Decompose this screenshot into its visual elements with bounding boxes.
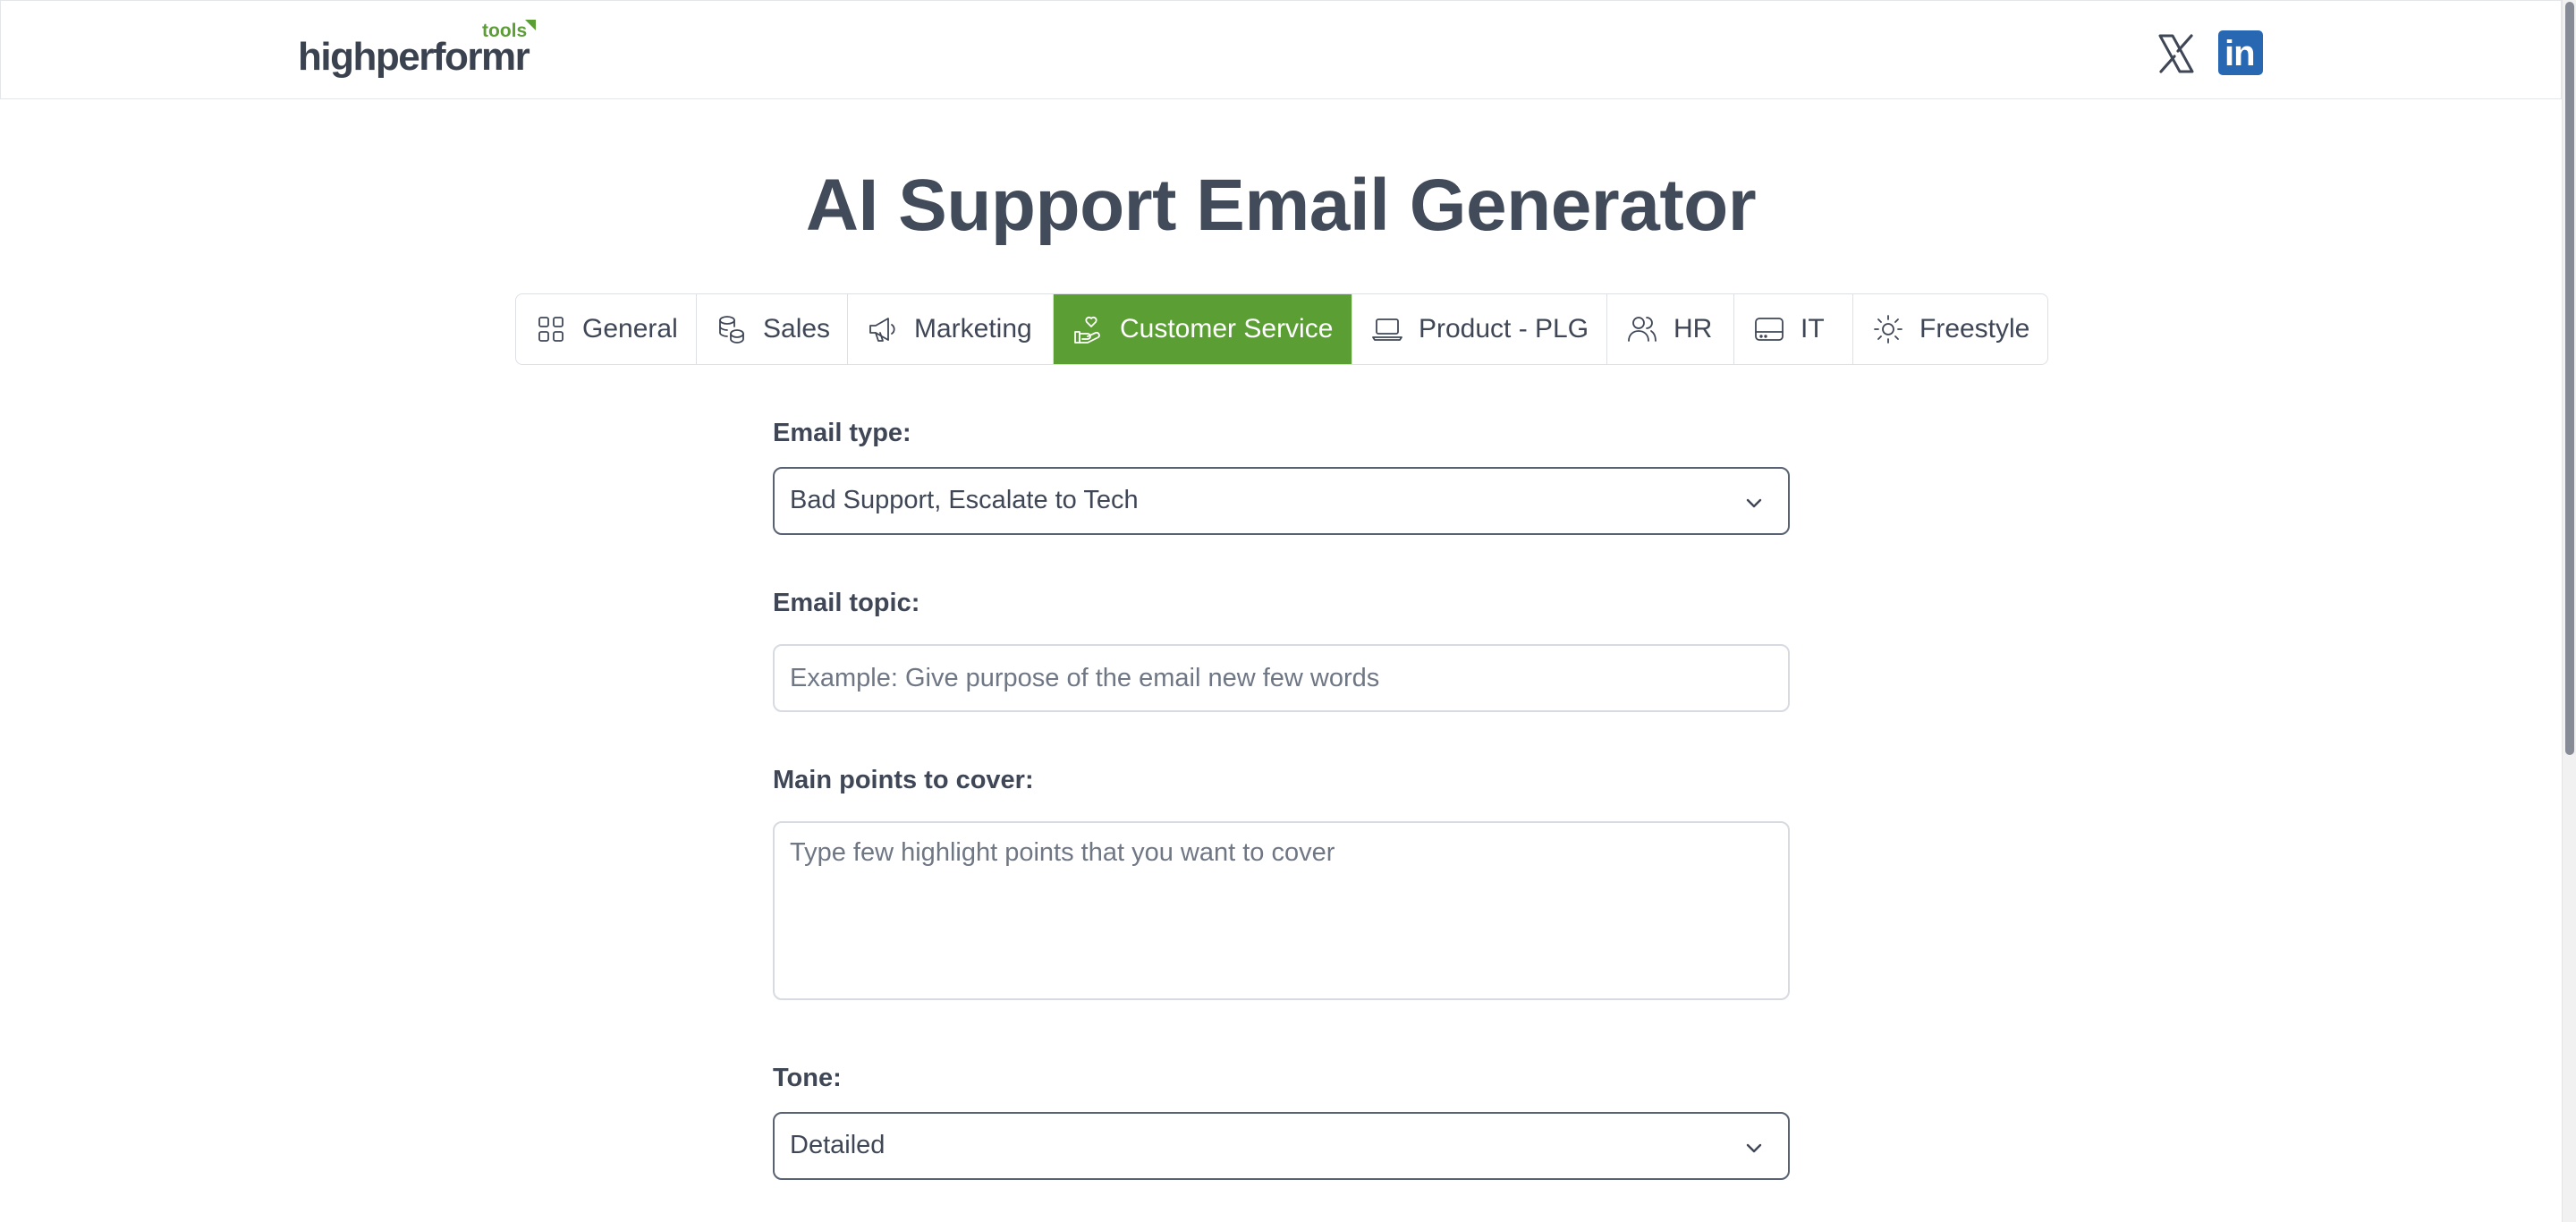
chevron-down-icon	[1746, 498, 1762, 508]
category-tabs: General Sales Marketing Customer Service…	[515, 293, 2048, 365]
scrollbar-thumb[interactable]	[2565, 2, 2574, 755]
laptop-icon	[1372, 318, 1402, 341]
sun-icon	[1874, 315, 1902, 344]
coins-icon	[719, 316, 744, 344]
tab-hr[interactable]: HR	[1607, 294, 1734, 364]
hard-drive-icon	[1755, 318, 1784, 341]
tone-value: Detailed	[790, 1131, 886, 1159]
tab-label: Sales	[763, 314, 831, 344]
tab-marketing[interactable]: Marketing	[848, 294, 1054, 364]
page-scrollbar[interactable]	[2562, 0, 2576, 1222]
tab-freestyle[interactable]: Freestyle	[1853, 294, 2047, 364]
email-type-value: Bad Support, Escalate to Tech	[790, 486, 1139, 514]
top-navigation-bar: highperformr tools in	[0, 0, 2562, 99]
tab-label: Marketing	[914, 314, 1032, 344]
page-title: AI Support Email Generator	[805, 165, 1757, 246]
highperformr-logo[interactable]: highperformr tools	[296, 20, 538, 80]
tone-select[interactable]: Detailed	[773, 1112, 1790, 1180]
x-icon[interactable]	[2157, 33, 2196, 74]
logo-tools-tag: tools	[482, 21, 528, 41]
tab-customer-service[interactable]: Customer Service	[1054, 294, 1352, 364]
chevron-down-icon	[1746, 1143, 1762, 1153]
grid-icon	[538, 317, 564, 342]
email-type-select[interactable]: Bad Support, Escalate to Tech	[773, 467, 1790, 535]
tab-general[interactable]: General	[516, 294, 697, 364]
main-points-textarea[interactable]	[773, 821, 1790, 1000]
email-topic-label: Email topic:	[773, 589, 920, 617]
email-topic-input[interactable]	[773, 644, 1790, 712]
logo-flag-icon	[525, 20, 536, 30]
tone-label: Tone:	[773, 1064, 842, 1092]
megaphone-icon	[869, 318, 895, 342]
users-icon	[1628, 317, 1657, 342]
tab-label: General	[582, 314, 678, 344]
tab-label: Customer Service	[1120, 314, 1334, 344]
tab-label: Freestyle	[1919, 314, 2030, 344]
tab-label: Product - PLG	[1419, 314, 1589, 344]
tab-label: HR	[1674, 314, 1713, 344]
email-type-label: Email type:	[773, 419, 911, 447]
tab-label: IT	[1801, 314, 1825, 344]
main-points-label: Main points to cover:	[773, 766, 1034, 794]
hand-heart-icon	[1074, 316, 1100, 344]
tab-sales[interactable]: Sales	[697, 294, 848, 364]
tab-product-plg[interactable]: Product - PLG	[1352, 294, 1607, 364]
linkedin-icon[interactable]: in	[2218, 30, 2263, 75]
tab-it[interactable]: IT	[1734, 294, 1853, 364]
